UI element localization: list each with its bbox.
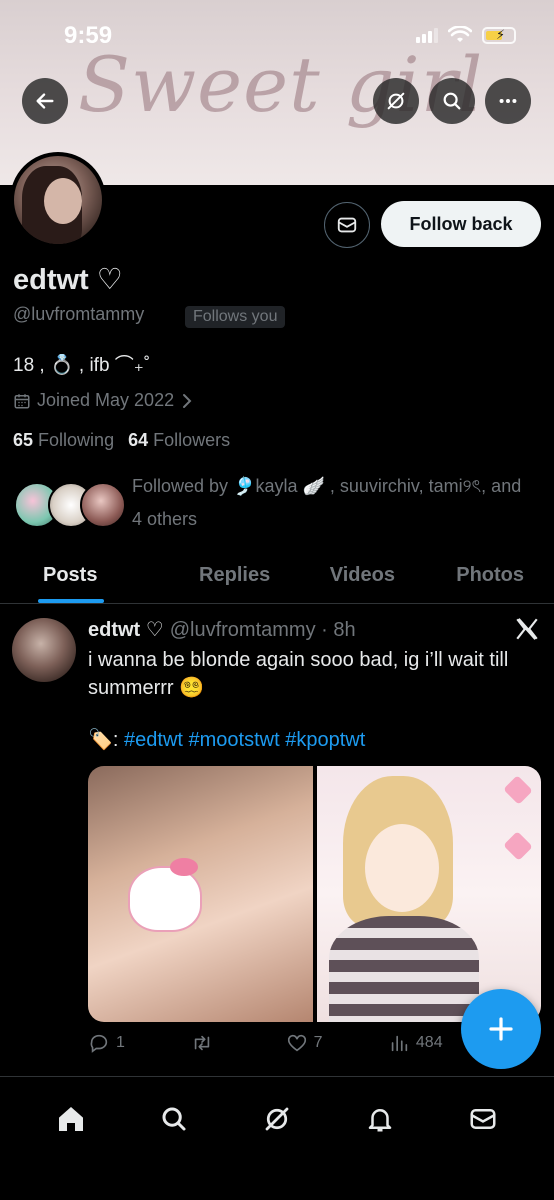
followers-count: 64 (128, 430, 149, 450)
followed-by-avatars[interactable] (14, 478, 126, 528)
tab-photos[interactable]: Photos (426, 548, 554, 603)
joined-text: Joined May 2022 (37, 390, 175, 410)
tab-videos[interactable]: Videos (299, 548, 427, 603)
repost-button[interactable] (190, 1032, 220, 1054)
wifi-icon (448, 26, 472, 42)
search-button[interactable] (429, 78, 475, 124)
calendar-icon (14, 393, 30, 408)
post-media[interactable] (88, 766, 541, 1022)
display-name: edtwt ♡ (13, 264, 123, 296)
like-button[interactable]: 7 (286, 1032, 323, 1054)
views-button[interactable]: 484 (388, 1032, 443, 1054)
plus-icon (489, 1017, 513, 1041)
following-label: Following (38, 430, 115, 450)
status-icons: ⚡ (416, 26, 516, 44)
post-author-name[interactable]: edtwt ♡ (88, 617, 164, 642)
reply-icon (90, 1034, 108, 1053)
post-meta: @luvfromtammy · 8h (169, 619, 356, 641)
tab-posts[interactable]: Posts (0, 548, 171, 603)
anime-face (364, 824, 439, 912)
follow-counts: 65 Following 64 Followers (13, 430, 230, 451)
heart-sticker (503, 831, 533, 861)
heart-sticker (503, 775, 533, 805)
mail-icon (470, 1109, 496, 1129)
media-image-left[interactable] (88, 766, 313, 1022)
tag-prefix: 🏷️: (88, 729, 119, 751)
nav-home[interactable] (49, 1097, 93, 1141)
profile-avatar[interactable] (10, 152, 106, 248)
search-icon (162, 1107, 186, 1131)
follow-back-button[interactable]: Follow back (381, 201, 541, 247)
status-time: 9:59 (64, 22, 113, 49)
followers-link[interactable]: 64 Followers (128, 430, 230, 451)
message-button[interactable] (324, 202, 370, 248)
grok-button[interactable] (373, 78, 419, 124)
profile-tabs: Posts Replies Videos Photos (0, 548, 554, 604)
compose-button[interactable] (461, 989, 541, 1069)
heart-icon (287, 1034, 306, 1052)
media-image-right[interactable] (316, 766, 541, 1022)
x-logo-icon (516, 618, 538, 640)
mail-icon (337, 217, 357, 233)
anime-shirt (328, 916, 479, 1022)
post-text: i wanna be blonde again sooo bad, ig i’l… (88, 649, 509, 699)
bell-icon (368, 1109, 392, 1132)
view-count: 484 (415, 1034, 443, 1051)
grok-icon (265, 1107, 289, 1131)
following-count: 65 (13, 430, 34, 450)
followed-by-text[interactable]: Followed by 🎐kayla 🪽 , suuvirchiv, tami୨… (132, 470, 532, 536)
nav-search[interactable] (152, 1097, 196, 1141)
back-button[interactable] (22, 78, 68, 124)
post-hashtags: 🏷️: #edtwt #mootstwt #kpoptwt (88, 727, 365, 752)
kitty-bow (170, 858, 198, 876)
post-header: edtwt ♡ @luvfromtammy · 8h (88, 617, 356, 642)
arrow-left-icon (36, 93, 54, 109)
more-horizontal-icon (499, 98, 517, 104)
tab-replies[interactable]: Replies (171, 548, 299, 603)
following-link[interactable]: 65 Following (13, 430, 114, 451)
search-icon (443, 92, 461, 110)
reply-count: 1 (116, 1034, 125, 1051)
hello-kitty-sticker (128, 866, 202, 932)
like-count: 7 (313, 1034, 323, 1051)
repost-icon (195, 1035, 210, 1051)
user-handle: @luvfromtammy (13, 304, 145, 324)
follower-avatar (80, 482, 126, 528)
profile-bio: 18 , 💍 , ifb ⌒₊˚ (13, 355, 151, 376)
followers-label: Followers (153, 430, 231, 450)
bottom-navigation (0, 1076, 554, 1200)
analytics-icon (391, 1035, 408, 1052)
eye-off-icon (387, 92, 405, 110)
nav-notifications[interactable] (358, 1097, 402, 1141)
banner-script-text: Sweet girl (78, 40, 484, 129)
battery-icon: ⚡ (482, 26, 516, 44)
chevron-right-icon (183, 393, 192, 408)
reply-button[interactable]: 1 (88, 1032, 125, 1054)
nav-messages[interactable] (461, 1097, 505, 1141)
nav-grok[interactable] (255, 1097, 299, 1141)
signal-icon (416, 27, 438, 43)
home-icon (59, 1107, 84, 1131)
follows-you-badge: Follows you (185, 306, 286, 328)
hashtag-links[interactable]: #edtwt #mootstwt #kpoptwt (124, 729, 365, 751)
post-author-avatar[interactable] (12, 618, 76, 682)
more-button[interactable] (485, 78, 531, 124)
joined-date[interactable]: Joined May 2022 (13, 390, 194, 411)
